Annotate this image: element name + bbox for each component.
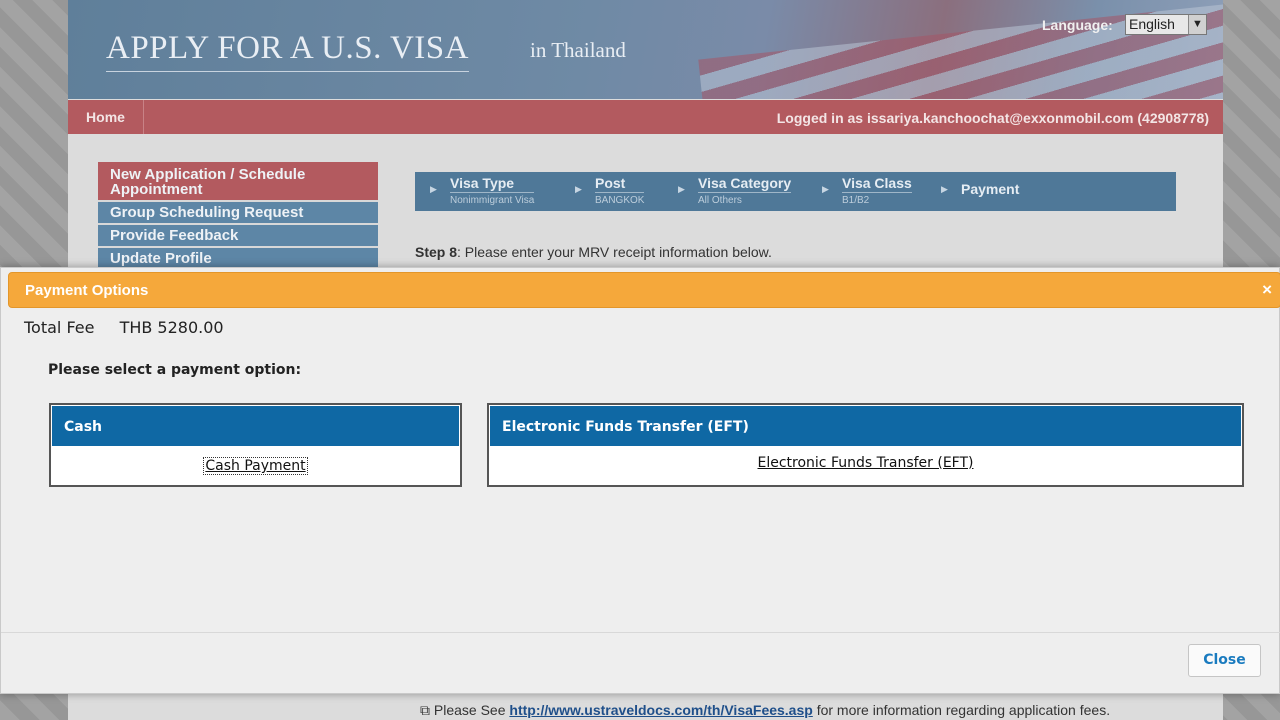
site-banner: APPLY FOR A U.S. VISA in Thailand Langua…: [68, 0, 1223, 99]
logged-in-text: Logged in as issariya.kanchoochat@exxonm…: [776, 110, 1209, 126]
banner-subtitle: in Thailand: [530, 38, 626, 62]
step-arrow-icon: ▶: [430, 184, 437, 194]
total-fee: Total Fee THB 5280.00: [24, 318, 224, 337]
step-name: Visa Category: [698, 175, 792, 193]
visa-fees-link[interactable]: http://www.ustraveldocs.com/th/VisaFees.…: [509, 702, 812, 718]
total-fee-label: Total Fee: [24, 318, 95, 337]
step-text: : Please enter your MRV receipt informat…: [457, 244, 772, 260]
dialog-divider: [1, 632, 1280, 633]
step-arrow-icon: ▶: [575, 184, 582, 194]
progress-steps: ▶ Visa Type Nonimmigrant Visa ▶ Post BAN…: [415, 172, 1176, 211]
cash-option-panel: Cash Cash Payment: [49, 403, 462, 487]
external-link-icon: ⧉: [420, 702, 430, 718]
language-select[interactable]: English ▼: [1125, 14, 1207, 35]
nav-home-link[interactable]: Home: [68, 100, 144, 134]
step-post: ▶ Post BANGKOK: [575, 175, 645, 206]
step-arrow-icon: ▶: [678, 184, 685, 194]
dialog-header: Payment Options ×: [8, 272, 1280, 308]
step-instruction: Step 8: Please enter your MRV receipt in…: [415, 244, 772, 260]
step-name: Visa Class: [842, 175, 912, 193]
total-fee-value: THB 5280.00: [119, 318, 224, 337]
side-item-group-scheduling[interactable]: Group Scheduling Request: [98, 202, 378, 225]
footer-prefix: Please See: [433, 702, 506, 718]
eft-payment-link[interactable]: Electronic Funds Transfer (EFT): [489, 455, 1242, 471]
step-arrow-icon: ▶: [941, 184, 948, 194]
banner-title: APPLY FOR A U.S. VISA: [106, 30, 469, 72]
language-value: English: [1129, 16, 1175, 32]
payment-prompt: Please select a payment option:: [48, 362, 302, 378]
payment-options-dialog: Payment Options × Total Fee THB 5280.00 …: [0, 267, 1280, 694]
close-button[interactable]: Close: [1188, 644, 1261, 677]
cash-payment-label: Cash Payment: [203, 457, 308, 475]
side-item-feedback[interactable]: Provide Feedback: [98, 225, 378, 248]
step-name: Visa Type: [450, 175, 535, 193]
chevron-down-icon: ▼: [1188, 15, 1206, 34]
eft-option-header: Electronic Funds Transfer (EFT): [489, 405, 1242, 447]
language-label: Language:: [1042, 17, 1113, 33]
step-visa-type: ▶ Visa Type Nonimmigrant Visa: [430, 175, 535, 206]
step-visa-category: ▶ Visa Category All Others: [678, 175, 792, 206]
side-item-new-application[interactable]: New Application / Schedule Appointment: [98, 162, 378, 202]
step-value: BANGKOK: [595, 195, 645, 206]
fee-info-note: ⧉ Please See http://www.ustraveldocs.com…: [420, 702, 1110, 719]
step-arrow-icon: ▶: [822, 184, 829, 194]
step-value: Nonimmigrant Visa: [450, 195, 535, 206]
cash-option-header: Cash: [51, 405, 460, 447]
step-visa-class: ▶ Visa Class B1/B2: [822, 175, 912, 206]
step-name: Payment: [961, 181, 1020, 197]
close-icon[interactable]: ×: [1262, 280, 1272, 300]
step-value: B1/B2: [842, 195, 870, 206]
side-menu: New Application / Schedule Appointment G…: [98, 162, 378, 271]
step-name: Post: [595, 175, 645, 193]
step-payment: ▶ Payment: [941, 181, 1020, 198]
step-label: Step 8: [415, 244, 458, 260]
eft-option-panel: Electronic Funds Transfer (EFT) Electron…: [487, 403, 1244, 487]
dialog-title: Payment Options: [25, 282, 149, 299]
step-value: All Others: [698, 195, 742, 206]
top-navbar: Home Logged in as issariya.kanchoochat@e…: [68, 100, 1223, 134]
footer-suffix: for more information regarding applicati…: [816, 702, 1111, 718]
cash-payment-link[interactable]: Cash Payment: [51, 457, 460, 475]
